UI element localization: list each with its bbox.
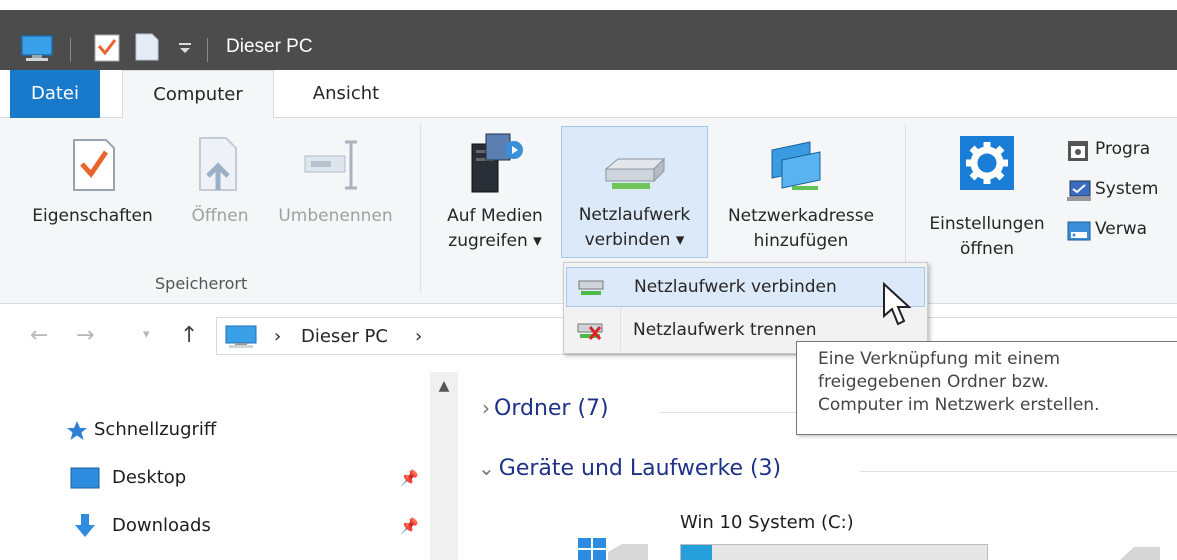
network-location-icon [768, 140, 832, 202]
open-settings-button[interactable]: Einstellungen öffnen [912, 126, 1062, 266]
add-network-location-button[interactable]: Netzwerkadresse hinzufügen [712, 126, 890, 266]
drive-name[interactable]: Win 10 System (C:) [680, 512, 854, 533]
nav-label-desktop: Desktop [112, 467, 187, 488]
programs-label: Progra [1095, 139, 1151, 159]
properties-button[interactable]: Eigenschaften [20, 126, 165, 266]
group-label-location: Speicherort [155, 274, 248, 293]
top-strip [0, 0, 1177, 10]
downloads-icon [72, 513, 98, 544]
drive-icon-right [1120, 545, 1160, 560]
open-settings-label2: öffnen [959, 239, 1015, 259]
open-label: Öffnen [191, 206, 249, 226]
open-icon [196, 134, 240, 200]
properties-label: Eigenschaften [32, 206, 153, 226]
map-network-drive-label1: Netzlaufwerk [578, 205, 691, 225]
tooltip-line1: Eine Verknüpfung mit einem [818, 349, 1061, 369]
nav-pane-scrollbar[interactable]: ▲ [430, 372, 458, 560]
computer-icon[interactable] [20, 34, 54, 66]
access-media-label2: zugreifen ▾ [448, 231, 542, 251]
rename-label: Umbenennen [278, 206, 393, 226]
disconnect-network-drive-icon [576, 321, 604, 346]
scroll-up-icon[interactable]: ▲ [430, 378, 458, 394]
chevron-right-icon: › [482, 396, 490, 420]
menu-item-map-network-drive[interactable]: Netzlaufwerk verbinden [566, 267, 925, 307]
nav-label-downloads: Downloads [112, 515, 211, 536]
forward-arrow-icon[interactable]: → [76, 323, 94, 348]
title-separator [207, 38, 208, 62]
breadcrumb-separator-2[interactable]: › [415, 326, 422, 347]
nav-label-quick-access: Schnellzugriff [94, 419, 217, 440]
new-folder-icon[interactable] [134, 32, 160, 66]
section-devices[interactable]: ⌄ Geräte und Laufwerke (3) [478, 456, 781, 481]
tooltip-line2: freigegebenen Ordner bzw. [818, 372, 1049, 392]
pin-icon[interactable]: 📌 [400, 469, 419, 487]
section-divider [660, 412, 800, 413]
section-divider-2 [860, 471, 1177, 472]
nav-item-desktop[interactable]: Desktop 📌 [70, 463, 490, 495]
desktop-folder-icon [70, 467, 100, 496]
navigation-pane: Schnellzugriff Desktop 📌 Downloads 📌 [0, 365, 445, 560]
tooltip: Eine Verknüpfung mit einem freigegebenen… [796, 341, 1177, 435]
network-drive-icon [602, 155, 668, 201]
section-folders[interactable]: › Ordner (7) [482, 396, 609, 421]
access-media-label1: Auf Medien [447, 206, 543, 226]
window-title: Dieser PC [226, 36, 313, 57]
tab-computer[interactable]: Computer [122, 70, 274, 119]
section-devices-label: Geräte und Laufwerke (3) [498, 456, 782, 481]
rename-button[interactable]: Umbenennen [263, 126, 408, 266]
chevron-down-icon: ⌄ [478, 456, 495, 480]
rename-icon [303, 138, 363, 202]
open-settings-label1: Einstellungen [929, 214, 1045, 234]
programs-icon [1067, 140, 1089, 167]
add-network-location-label2: hinzufügen [753, 231, 849, 251]
properties-icon[interactable] [94, 32, 120, 66]
map-network-drive-button[interactable]: Netzlaufwerk verbinden ▾ [561, 126, 708, 258]
menu-item-label: Netzlaufwerk verbinden [634, 277, 837, 297]
nav-item-downloads[interactable]: Downloads 📌 [70, 511, 490, 543]
group-separator [420, 124, 421, 292]
explorer-window: Dieser PC Datei Computer Ansicht Eigensc… [0, 0, 1177, 560]
computer-icon [225, 325, 257, 353]
mouse-cursor-icon [882, 281, 922, 332]
tab-file[interactable]: Datei [10, 70, 100, 118]
pin-icon[interactable]: 📌 [400, 517, 419, 535]
back-arrow-icon[interactable]: ← [30, 323, 48, 348]
drive-usage-bar [680, 544, 988, 560]
title-bar: Dieser PC [0, 10, 1177, 70]
access-media-button[interactable]: Auf Medien zugreifen ▾ [430, 126, 560, 266]
system-label: System [1095, 179, 1159, 199]
breadcrumb-separator[interactable]: › [274, 326, 281, 347]
manage-icon [1067, 220, 1091, 247]
settings-gear-icon [960, 136, 1014, 198]
recent-dropdown-icon[interactable]: ▾ [143, 327, 150, 342]
properties-icon [72, 134, 116, 200]
add-network-location-label1: Netzwerkadresse [727, 206, 875, 226]
media-server-icon [466, 132, 526, 202]
menu-item-label: Netzlaufwerk trennen [633, 320, 817, 340]
map-network-drive-label2: verbinden ▾ [584, 230, 685, 250]
section-folders-label: Ordner (7) [494, 396, 609, 421]
tooltip-line3: Computer im Netzwerk erstellen. [818, 395, 1100, 415]
star-icon [66, 420, 88, 447]
system-icon [1067, 180, 1091, 207]
map-network-drive-icon [577, 278, 605, 303]
up-arrow-icon[interactable]: ↑ [180, 323, 198, 348]
windows-drive-icon [578, 538, 648, 560]
drive-usage-fill [681, 545, 712, 560]
ribbon-tab-bar: Datei Computer Ansicht [0, 70, 1177, 119]
tab-view[interactable]: Ansicht [296, 70, 396, 118]
open-button[interactable]: Öffnen [175, 126, 265, 266]
customize-dropdown-icon[interactable] [178, 40, 192, 59]
manage-label: Verwa [1095, 219, 1148, 239]
breadcrumb-dieser-pc[interactable]: Dieser PC [301, 326, 388, 347]
quick-access-separator [70, 38, 71, 62]
